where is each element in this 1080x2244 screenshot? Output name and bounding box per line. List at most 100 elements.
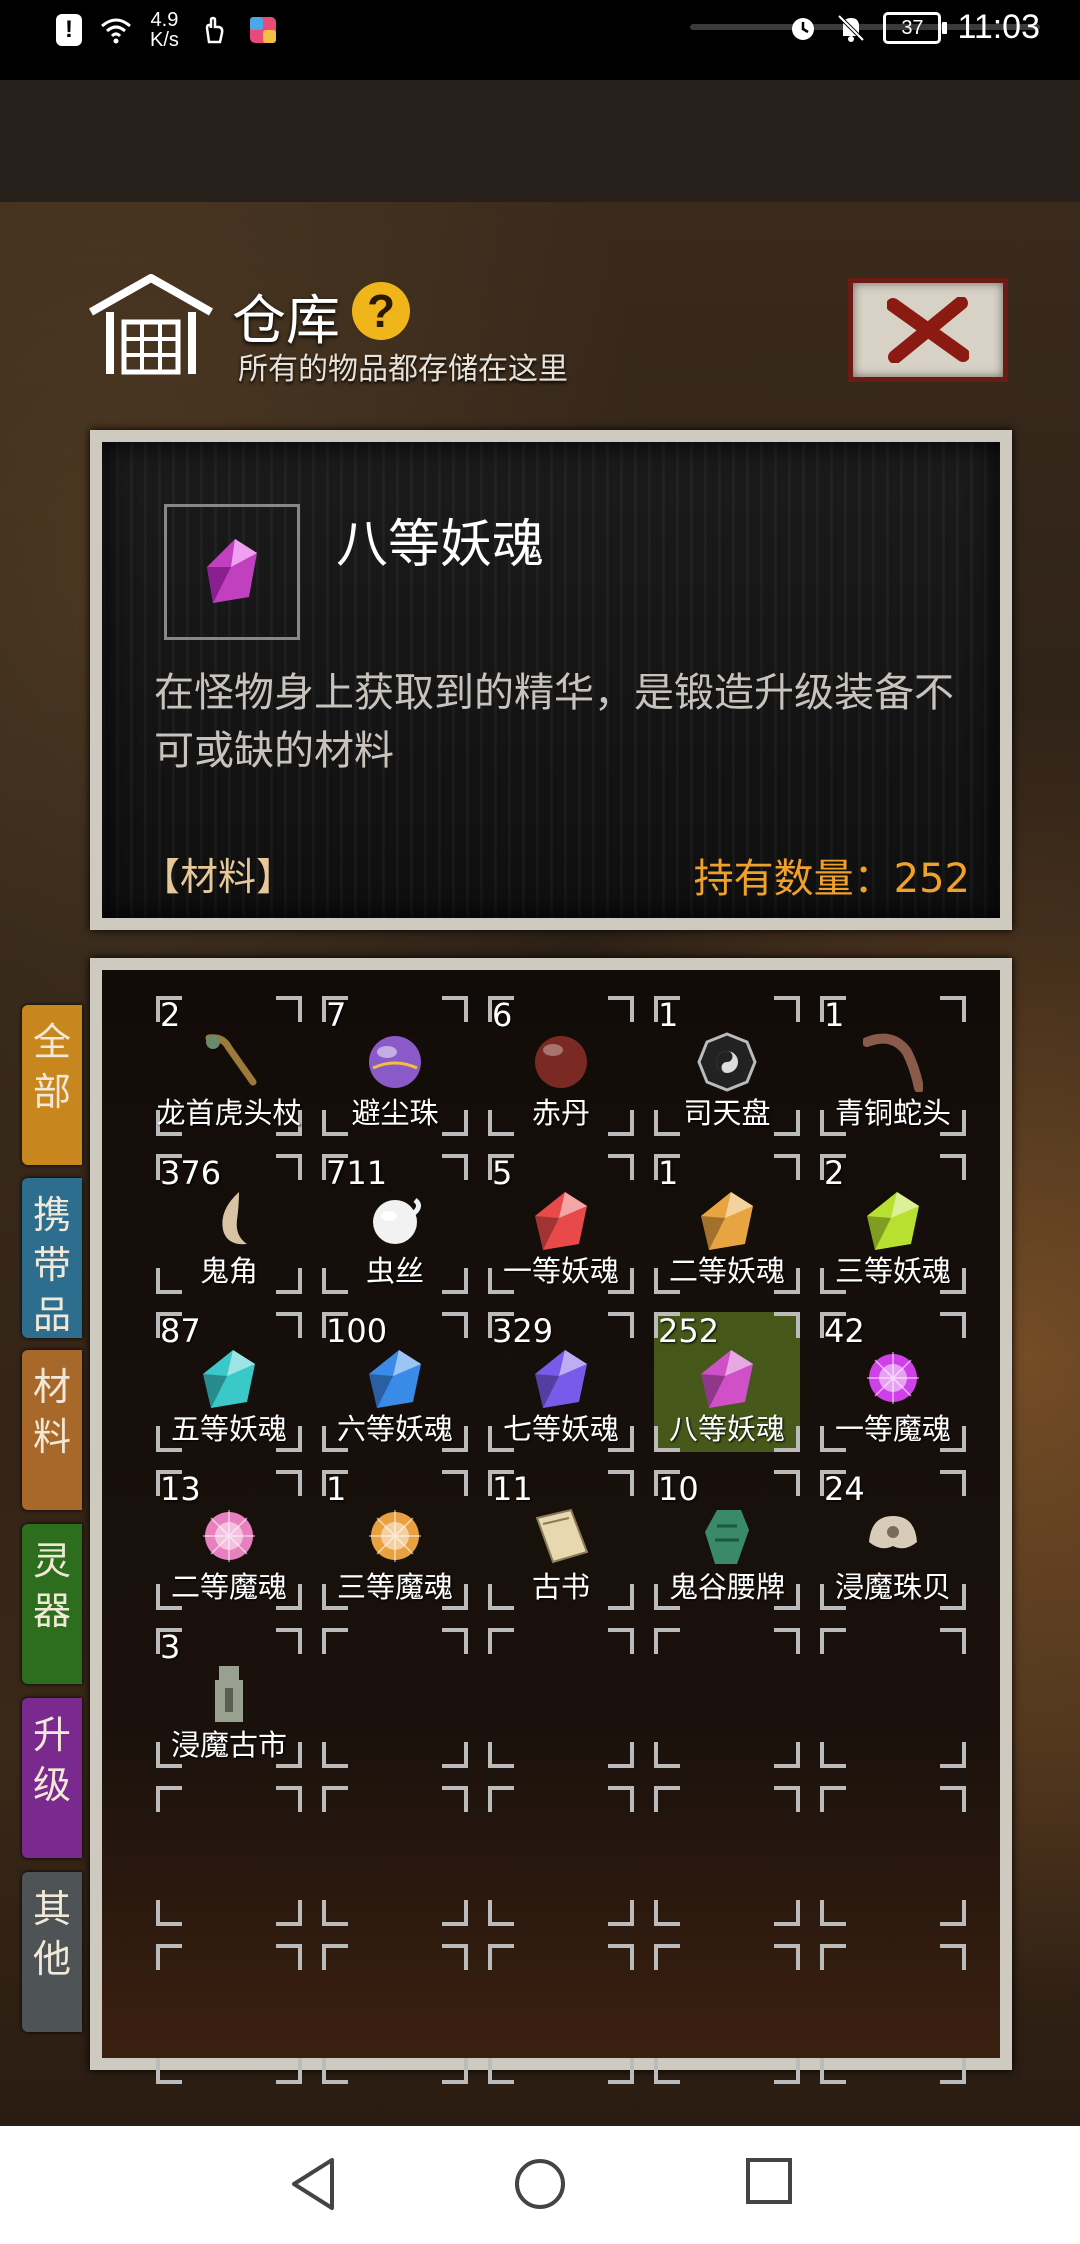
item-label: 古书 xyxy=(531,1570,590,1604)
item-label: 一等魔魂 xyxy=(834,1412,951,1446)
slot-corner xyxy=(276,2058,302,2084)
empty-slot xyxy=(322,1944,468,2084)
item-quantity: 329 xyxy=(492,1312,554,1350)
inventory-grid: 2 龙首虎头杖 7 避尘珠 6 赤丹 1 司天盘 1 青铜蛇头 376 鬼角 711 虫丝 5 一等妖魂 1 二等… xyxy=(90,958,1012,2084)
inventory-slot[interactable]: 711 虫丝 xyxy=(322,1154,468,1294)
hand-icon xyxy=(205,16,224,44)
staff-icon xyxy=(205,1034,257,1086)
slot-corner xyxy=(654,1944,680,1970)
inventory-slot[interactable]: 1 司天盘 xyxy=(654,996,800,1136)
empty-slot xyxy=(820,1628,966,1768)
recents-icon[interactable] xyxy=(744,2156,794,2206)
slot-corner xyxy=(940,1628,966,1654)
inventory-slot[interactable]: 252 八等妖魂 xyxy=(654,1312,800,1452)
item-label: 鬼谷腰牌 xyxy=(668,1570,785,1604)
item-label: 青铜蛇头 xyxy=(834,1096,951,1130)
item-quantity: 100 xyxy=(326,1312,388,1350)
top-band xyxy=(0,80,1080,202)
item-label: 五等妖魂 xyxy=(170,1412,287,1446)
network-speed: 4.9 K/s xyxy=(150,9,179,51)
slot-corner xyxy=(654,1742,680,1768)
item-label: 赤丹 xyxy=(531,1096,590,1130)
inventory-slot[interactable]: 11 古书 xyxy=(488,1470,634,1610)
slot-corner xyxy=(442,1742,468,1768)
warehouse-icon xyxy=(89,274,213,375)
jade-token-icon xyxy=(705,1510,749,1564)
home-icon[interactable] xyxy=(512,2156,568,2212)
inventory-slot[interactable]: 13 二等魔魂 xyxy=(156,1470,302,1610)
slot-corner xyxy=(442,1900,468,1926)
tab-0[interactable]: 全部 xyxy=(22,1005,82,1165)
inventory-slot[interactable]: 1 二等妖魂 xyxy=(654,1154,800,1294)
item-label: 三等魔魂 xyxy=(336,1570,453,1604)
detail-item-slot xyxy=(164,504,300,640)
empty-slot xyxy=(488,1786,634,1926)
item-detail-panel: 八等妖魂 在怪物身上获取到的精华，是锻造升级装备不可或缺的材料 【材料】 持有数… xyxy=(90,430,1012,930)
slot-corner xyxy=(654,1628,680,1654)
spark-orb-icon xyxy=(867,1352,919,1404)
book-icon xyxy=(535,1508,589,1564)
item-label: 三等妖魂 xyxy=(834,1254,951,1288)
inventory-slot[interactable]: 3 浸魔古市 xyxy=(156,1628,302,1768)
tab-2[interactable]: 材料 xyxy=(22,1350,82,1510)
status-bar: ! 4.9 K/s 37 11:03 xyxy=(0,0,1080,80)
slot-corner xyxy=(442,1470,468,1496)
slot-corner xyxy=(276,1786,302,1812)
crystal-icon xyxy=(701,1350,753,1408)
empty-slot xyxy=(322,1628,468,1768)
item-quantity: 2 xyxy=(824,1154,845,1192)
slot-corner xyxy=(442,996,468,1022)
item-label: 龙首虎头杖 xyxy=(156,1096,302,1130)
bagua-icon xyxy=(697,1032,757,1092)
close-button[interactable] xyxy=(848,278,1008,382)
slot-corner xyxy=(608,1742,634,1768)
inventory-slot[interactable]: 6 赤丹 xyxy=(488,996,634,1136)
page-subtitle: 所有的物品都存储在这里 xyxy=(238,352,568,387)
tab-5[interactable]: 其他 xyxy=(22,1872,82,2032)
inventory-slot[interactable]: 1 青铜蛇头 xyxy=(820,996,966,1136)
slot-corner xyxy=(820,1628,846,1654)
slot-corner xyxy=(322,1786,348,1812)
alarm-icon xyxy=(792,17,815,40)
inventory-slot[interactable]: 2 龙首虎头杖 xyxy=(156,996,302,1136)
item-quantity: 11 xyxy=(492,1470,533,1508)
item-quantity: 7 xyxy=(326,996,347,1034)
slot-corner xyxy=(156,1900,182,1926)
empty-slot xyxy=(488,1944,634,2084)
inventory-slot[interactable]: 5 一等妖魂 xyxy=(488,1154,634,1294)
inventory-slot[interactable]: 376 鬼角 xyxy=(156,1154,302,1294)
slot-corner xyxy=(940,1742,966,1768)
inventory-slot[interactable]: 1 三等魔魂 xyxy=(322,1470,468,1610)
slot-corner xyxy=(774,1786,800,1812)
tab-label: 升级 xyxy=(32,1713,71,1807)
inventory-slot[interactable]: 10 鬼谷腰牌 xyxy=(654,1470,800,1610)
tab-4[interactable]: 升级 xyxy=(22,1698,82,1858)
tab-1[interactable]: 携带品 xyxy=(22,1178,82,1338)
slot-corner xyxy=(774,1900,800,1926)
slot-corner xyxy=(940,996,966,1022)
inventory-slot[interactable]: 2 三等妖魂 xyxy=(820,1154,966,1294)
slot-corner xyxy=(488,1944,514,1970)
item-quantity: 711 xyxy=(326,1154,388,1192)
item-label: 浸魔珠贝 xyxy=(834,1570,951,1604)
item-quantity: 1 xyxy=(658,996,679,1034)
slot-corner xyxy=(774,1312,800,1338)
inventory-slot[interactable]: 100 六等妖魂 xyxy=(322,1312,468,1452)
item-quantity: 1 xyxy=(326,1470,347,1508)
inventory-slot[interactable]: 329 七等妖魂 xyxy=(488,1312,634,1452)
empty-slot xyxy=(654,1944,800,2084)
slot-corner xyxy=(608,1470,634,1496)
tab-3[interactable]: 灵器 xyxy=(22,1524,82,1684)
inventory-slot[interactable]: 87 五等妖魂 xyxy=(156,1312,302,1452)
inventory-slot[interactable]: 7 避尘珠 xyxy=(322,996,468,1136)
back-icon[interactable] xyxy=(288,2156,338,2212)
tab-label: 全部 xyxy=(32,1020,71,1114)
slot-corner xyxy=(654,1900,680,1926)
help-button[interactable]: ? xyxy=(352,282,410,340)
item-quantity: 3 xyxy=(160,1628,181,1666)
silk-icon xyxy=(373,1198,421,1244)
inventory-slot[interactable]: 42 一等魔魂 xyxy=(820,1312,966,1452)
inventory-slot[interactable]: 24 浸魔珠贝 xyxy=(820,1470,966,1610)
close-icon xyxy=(887,297,969,363)
slot-corner xyxy=(276,1944,302,1970)
